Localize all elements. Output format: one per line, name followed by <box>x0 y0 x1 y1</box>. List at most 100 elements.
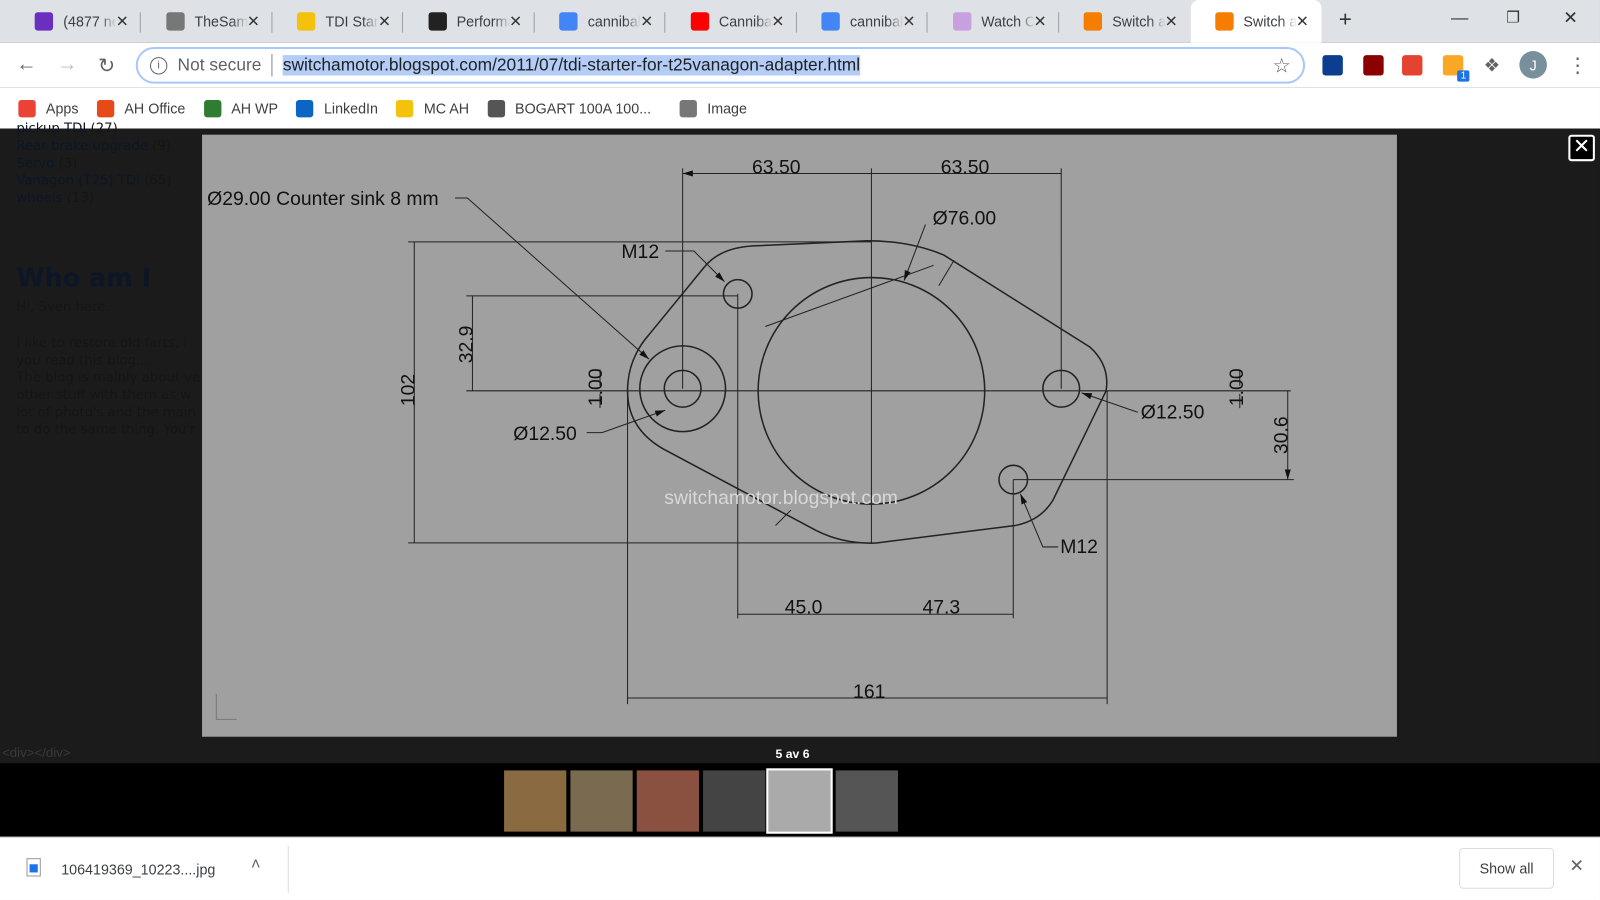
rss-extension-icon[interactable]: 1 <box>1442 55 1470 82</box>
tab[interactable]: Performance✕ <box>404 0 535 43</box>
todoist-extension-icon[interactable] <box>1402 55 1423 76</box>
tab-title: Performance <box>456 13 510 30</box>
thumbnail-1[interactable] <box>504 770 567 832</box>
tab-title: Cannibal <box>718 13 772 30</box>
hole-right-label: Ø12.50 <box>1141 401 1205 423</box>
divider <box>287 845 289 893</box>
paragraph-line: to do the same thing. You'r <box>16 422 196 438</box>
image-counter: 5 av 6 <box>775 746 810 762</box>
close-tab-icon[interactable]: ✕ <box>1296 12 1309 30</box>
close-tab-icon[interactable]: ✕ <box>902 12 915 30</box>
new-tab-button[interactable]: + <box>1339 6 1352 33</box>
chevron-up-icon[interactable]: ˄ <box>251 856 261 874</box>
show-all-button[interactable]: Show all <box>1459 847 1555 889</box>
label-item[interactable]: wheels (13) <box>16 190 171 207</box>
bookmark-item[interactable]: LinkedIn <box>296 99 378 117</box>
analytics-extension-icon[interactable] <box>1322 55 1343 76</box>
extensions-puzzle-icon[interactable]: ❖ <box>1484 55 1504 75</box>
bookmark-item[interactable]: Apps <box>18 99 78 117</box>
bookmark-item[interactable]: BOGART 100A 100... <box>487 99 651 117</box>
close-tab-icon[interactable]: ✕ <box>509 12 522 30</box>
m12-top-label: M12 <box>621 241 659 263</box>
thumbnail-5[interactable] <box>766 768 833 834</box>
label-item[interactable]: Servo (3) <box>16 155 171 172</box>
tab[interactable]: Watch C ✕ <box>928 0 1059 43</box>
bookmark-icon <box>18 99 36 117</box>
bookmark-icon <box>96 99 115 117</box>
thumbnail-strip <box>0 763 1600 837</box>
thumbnail-2[interactable] <box>570 770 633 832</box>
label-count: (27) <box>90 121 118 137</box>
label-link[interactable]: wheels <box>16 191 62 206</box>
label-item[interactable]: pickup TDI (27) <box>16 120 171 137</box>
url-text[interactable]: switchamotor.blogspot.com/2011/07/tdi-st… <box>282 55 861 76</box>
bookmark-item[interactable]: MC AH <box>396 99 469 117</box>
bookmark-label: LinkedIn <box>323 99 378 117</box>
acrobat-extension-icon[interactable] <box>1363 55 1384 76</box>
dim-32-9: 32.9 <box>455 326 477 364</box>
menu-kebab-icon[interactable]: ⋮ <box>1567 53 1587 79</box>
restore-button[interactable]: ❐ <box>1506 8 1520 26</box>
reload-icon[interactable]: ↻ <box>98 53 115 79</box>
blogger-icon <box>1214 12 1234 31</box>
thumbnail-3[interactable] <box>636 770 699 832</box>
label-count: (65) <box>144 173 172 189</box>
close-tab-icon[interactable]: ✕ <box>116 12 129 30</box>
tab[interactable]: TDI Starter✕ <box>272 0 404 43</box>
info-icon[interactable]: i <box>149 56 168 74</box>
file-image-icon <box>26 858 41 877</box>
tab[interactable]: (4877 new)✕ <box>10 0 141 43</box>
mp-icon <box>952 12 971 31</box>
bookmark-star-icon[interactable]: ☆ <box>1273 53 1291 79</box>
html-fragment: <div></div> <box>2 744 71 761</box>
tab[interactable]: cannibal ✕ <box>535 0 666 43</box>
tab-title: Switch a <box>1112 13 1166 30</box>
close-window-button[interactable]: ✕ <box>1563 8 1578 28</box>
label-link[interactable]: Vanagon (T25) TDI <box>16 173 140 188</box>
bore-label: Ø76.00 <box>933 207 997 229</box>
label-link[interactable]: Servo <box>16 156 54 171</box>
download-filename[interactable]: 106419369_10223....jpg <box>61 861 215 877</box>
tab[interactable]: TheSamba✕ <box>141 0 272 43</box>
tab[interactable]: Cannibal ✕ <box>666 0 797 43</box>
close-tab-icon[interactable]: ✕ <box>771 12 784 30</box>
label-item[interactable]: Vanagon (T25) TDI (65) <box>16 172 171 189</box>
divider <box>271 54 273 77</box>
label-item[interactable]: Rear brake upgrade (9) <box>16 138 171 155</box>
technical-drawing: Ø29.00 Counter sink 8 mm 63.50 63.50 Ø76… <box>207 156 1397 720</box>
thumbnail-6[interactable] <box>835 770 898 832</box>
about-paragraph: I like to restore old farts, Iyou read t… <box>16 335 202 439</box>
lightbox-close-button[interactable]: ✕ <box>1568 134 1595 162</box>
label-link[interactable]: Rear brake upgrade <box>16 139 148 154</box>
tab[interactable]: Switch a ✕ <box>1190 0 1321 43</box>
back-icon[interactable]: ← <box>16 53 36 76</box>
label-link[interactable]: pickup TDI <box>16 121 86 136</box>
security-label[interactable]: Not secure <box>178 55 262 75</box>
youtube-icon <box>690 12 709 31</box>
close-download-bar-icon[interactable]: ✕ <box>1569 856 1584 876</box>
profile-avatar[interactable]: J <box>1519 51 1547 79</box>
bookmark-icon <box>679 99 698 117</box>
paragraph-line: lot of photo's and the main <box>16 405 196 421</box>
bookmark-item[interactable]: AH Office <box>96 99 185 117</box>
close-tab-icon[interactable]: ✕ <box>1165 12 1178 30</box>
forward-icon[interactable]: → <box>57 53 77 76</box>
label-count: (13) <box>66 190 94 207</box>
dim-47-3: 47.3 <box>922 596 960 618</box>
dim-1-left: 1.00 <box>585 368 607 406</box>
tab[interactable]: Switch a ✕ <box>1059 0 1190 43</box>
bookmark-item[interactable]: AH WP <box>203 99 278 117</box>
minimize-button[interactable]: — <box>1451 8 1468 28</box>
lightbox-image: Ø29.00 Counter sink 8 mm 63.50 63.50 Ø76… <box>202 134 1397 737</box>
tab[interactable]: cannibal ✕ <box>797 0 928 43</box>
hole-left-label: Ø12.50 <box>513 423 577 445</box>
thumbnail-4[interactable] <box>703 770 766 832</box>
close-tab-icon[interactable]: ✕ <box>378 12 391 30</box>
bookmark-item[interactable]: Image <box>679 99 747 117</box>
close-tab-icon[interactable]: ✕ <box>1034 12 1047 30</box>
address-bar[interactable]: i Not secure switchamotor.blogspot.com/2… <box>135 46 1306 84</box>
dim-top-right: 63.50 <box>941 156 990 178</box>
close-tab-icon[interactable]: ✕ <box>247 12 260 30</box>
tab-title: TheSamba <box>194 13 248 30</box>
close-tab-icon[interactable]: ✕ <box>640 12 653 30</box>
